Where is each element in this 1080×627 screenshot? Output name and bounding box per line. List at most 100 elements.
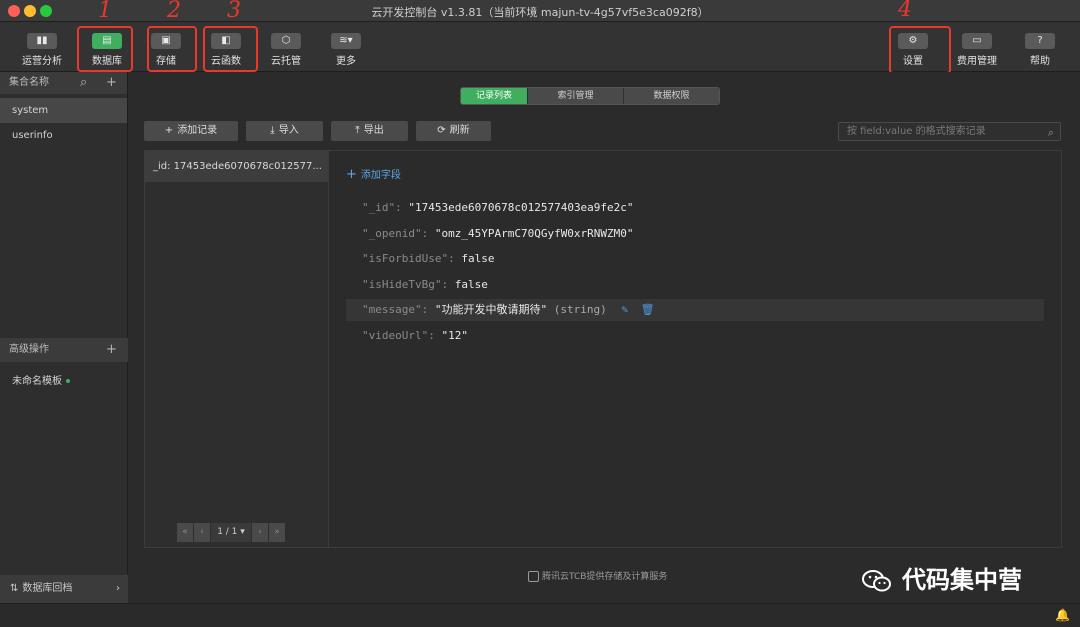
billing-icon: ▭ (962, 33, 992, 49)
tcb-logo-icon (528, 571, 539, 582)
collections-header: 集合名称 ⌕ + (0, 72, 127, 94)
annotation-box-database (77, 26, 133, 72)
toolbar-label: 运营分析 (22, 56, 62, 67)
annotation-box-settings (889, 26, 951, 74)
record-search-input[interactable]: 按 field:value 的格式搜索记录 ⌕ (838, 122, 1061, 141)
database-rollback-button[interactable]: ⇅ 数据库回档 › (0, 575, 128, 603)
app-window: 云开发控制台 v1.3.81（当前环境 majun-tv-4g57vf5e3ca… (0, 0, 1080, 627)
refresh-button[interactable]: ⟳ 刷新 (416, 121, 491, 141)
annotation-box-storage (147, 26, 197, 72)
field-row-isforbiduse[interactable]: "isForbidUse": false (346, 248, 1044, 270)
view-tabs: 记录列表 索引管理 数据权限 (460, 87, 720, 105)
add-collection-icon[interactable]: + (106, 72, 117, 94)
toolbar-label: 更多 (336, 56, 356, 67)
status-bar: 🔔 (0, 603, 1080, 627)
watermark: 代码集中营 (862, 560, 1022, 595)
status-dot-icon (66, 379, 70, 383)
add-field-button[interactable]: + 添加字段 (346, 166, 401, 182)
import-button[interactable]: ⤓ 导入 (246, 121, 323, 141)
field-value: false (454, 278, 488, 291)
add-field-label: 添加字段 (360, 170, 401, 181)
advanced-operations-header: 高级操作 + (0, 338, 128, 362)
wechat-icon (862, 570, 891, 592)
toolbar-more-button[interactable]: ≋▾ 更多 (320, 33, 372, 69)
template-item-label: 未命名模板 (12, 376, 62, 387)
field-value: "17453ede6070678c012577403ea9fe2c" (408, 201, 634, 214)
last-page-button[interactable]: » (269, 523, 285, 542)
edit-icon[interactable]: ✎ (621, 303, 628, 316)
add-record-button[interactable]: + 添加记录 (144, 121, 238, 141)
tab-data-permissions[interactable]: 数据权限 (623, 88, 719, 104)
field-row-videourl[interactable]: "videoUrl": "12" (346, 325, 1044, 347)
records-panel: _id: 17453ede6070678c012577... « ‹ 1 / 1… (144, 150, 1062, 548)
toolbar-label: 费用管理 (957, 56, 997, 67)
watermark-text: 代码集中营 (902, 566, 1022, 594)
field-key: "isForbidUse" (362, 252, 449, 265)
rollback-label: 数据库回档 (22, 583, 73, 594)
more-icon: ≋▾ (331, 33, 361, 49)
field-key: "message" (362, 303, 422, 316)
advanced-header-label: 高级操作 (9, 344, 49, 355)
window-title: 云开发控制台 v1.3.81（当前环境 majun-tv-4g57vf5e3ca… (371, 6, 709, 19)
refresh-icon: ⟳ (437, 125, 446, 136)
export-button[interactable]: ⤒ 导出 (331, 121, 408, 141)
page-select[interactable]: 1 / 1 ▾ (211, 523, 251, 542)
tab-index-management[interactable]: 索引管理 (527, 88, 623, 104)
main-content: 记录列表 索引管理 数据权限 + 添加记录 ⤓ 导入 ⤒ 导出 ⟳ 刷新 按 field… (128, 72, 1080, 603)
help-icon: ? (1025, 33, 1055, 49)
trash-icon[interactable]: 🗑 (641, 303, 655, 316)
annotation-number-4: 4 (898, 0, 912, 22)
field-row-id[interactable]: "_id": "17453ede6070678c012577403ea9fe2c… (346, 197, 1044, 219)
download-icon: ⤓ (270, 125, 275, 136)
collections-sidebar: 集合名称 ⌕ + system userinfo 高级操作 + 未命名模板 ⇅ 数… (0, 72, 128, 603)
tab-record-list[interactable]: 记录列表 (461, 88, 527, 104)
plus-icon: + (164, 125, 174, 136)
field-row-message[interactable]: "message": "功能开发中敬请期待" (string) ✎ 🗑 (346, 299, 1044, 321)
toolbar-billing-button[interactable]: ▭ 费用管理 (951, 33, 1003, 69)
first-page-button[interactable]: « (177, 523, 193, 542)
toolbar-cloudrun-button[interactable]: ⬡ 云托管 (260, 33, 312, 69)
prev-page-button[interactable]: ‹ (194, 523, 210, 542)
plus-icon: + (346, 167, 357, 182)
annotation-number-1: 1 (98, 0, 112, 23)
refresh-label: 刷新 (449, 125, 470, 136)
field-key: "isHideTvBg" (362, 278, 442, 291)
field-row-openid[interactable]: "_openid": "omz_45YPArmC70QGyfW0xrRNWZM0… (346, 223, 1044, 245)
toolbar-analytics-button[interactable]: ▮▮ 运营分析 (16, 33, 68, 69)
collections-header-label: 集合名称 (9, 77, 49, 88)
chart-icon: ▮▮ (27, 33, 57, 49)
field-type: (string) (553, 303, 607, 316)
field-key: "_id" (362, 201, 396, 214)
search-icon[interactable]: ⌕ (80, 72, 87, 94)
template-item[interactable]: 未命名模板 (12, 372, 70, 387)
field-row-ishidetvbg[interactable]: "isHideTvBg": false (346, 274, 1044, 296)
search-icon[interactable]: ⌕ (1048, 124, 1054, 141)
import-label: 导入 (278, 125, 299, 136)
field-key: "_openid" (362, 227, 422, 240)
annotation-number-3: 3 (227, 0, 241, 23)
field-value: false (461, 252, 495, 265)
rollback-icon: ⇅ (10, 583, 19, 594)
record-list: _id: 17453ede6070678c012577... « ‹ 1 / 1… (145, 151, 329, 547)
search-placeholder: 按 field:value 的格式搜索记录 (847, 126, 986, 137)
record-item[interactable]: _id: 17453ede6070678c012577... (145, 151, 328, 182)
toolbar-help-button[interactable]: ? 帮助 (1014, 33, 1066, 69)
add-template-icon[interactable]: + (106, 338, 117, 362)
field-value: "功能开发中敬请期待" (434, 303, 548, 316)
field-key: "videoUrl" (362, 329, 429, 342)
field-value: "omz_45YPArmC70QGyfW0xrRNWZM0" (434, 227, 634, 240)
chevron-right-icon: › (116, 583, 120, 594)
bell-icon[interactable]: 🔔 (1055, 608, 1070, 622)
annotation-number-2: 2 (167, 0, 181, 23)
upload-icon: ⤒ (355, 125, 360, 136)
record-detail: + 添加字段 "_id": "17453ede6070678c012577403e… (330, 151, 1061, 547)
field-value: "12" (441, 329, 468, 342)
add-record-label: 添加记录 (177, 125, 218, 136)
collection-item-system[interactable]: system (0, 98, 127, 123)
title-bar: 云开发控制台 v1.3.81（当前环境 majun-tv-4g57vf5e3ca… (0, 0, 1080, 22)
next-page-button[interactable]: › (252, 523, 268, 542)
pagination: « ‹ 1 / 1 ▾ › » (177, 523, 286, 542)
collection-item-userinfo[interactable]: userinfo (0, 123, 127, 148)
service-footer-note: 腾讯云TCB提供存储及计算服务 (528, 569, 667, 582)
export-label: 导出 (363, 125, 384, 136)
